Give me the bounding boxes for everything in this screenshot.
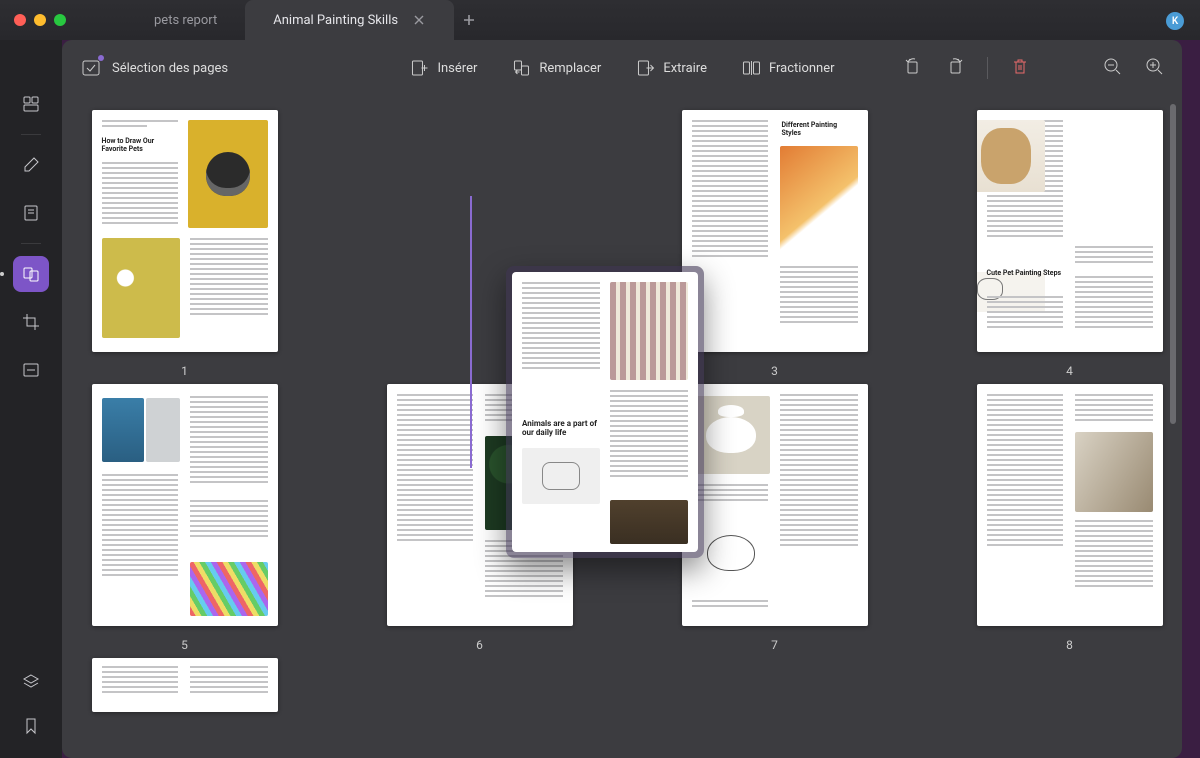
- tab-pets-report[interactable]: pets report: [126, 0, 245, 40]
- window-close-button[interactable]: [14, 14, 26, 26]
- sidebar-edit[interactable]: [13, 147, 49, 183]
- page-heading: Animals are a part of our daily life: [522, 420, 606, 438]
- tab-label: pets report: [154, 13, 217, 28]
- scrollbar-thumb[interactable]: [1170, 104, 1176, 424]
- page-number: 6: [476, 638, 483, 652]
- page-toolbar: Sélection des pages Insérer Remplacer Ex…: [62, 40, 1182, 96]
- page-number: 7: [771, 638, 778, 652]
- sidebar-divider: [21, 134, 41, 135]
- rotate-left-button[interactable]: [903, 56, 923, 80]
- thumb-image-door: [102, 398, 144, 462]
- thumb-image-fox: [780, 146, 858, 254]
- replace-label: Remplacer: [539, 61, 601, 76]
- page-heading: How to Draw Our Favorite Pets: [102, 138, 172, 153]
- page-thumbnail[interactable]: How to Draw Our Favorite Pets: [92, 110, 278, 352]
- sidebar-layers[interactable]: [13, 664, 49, 700]
- selection-badge: [98, 55, 104, 61]
- page-number: 8: [1066, 638, 1073, 652]
- page-thumbnail[interactable]: Different Painting Styles: [682, 110, 868, 352]
- avatar-initial: K: [1172, 16, 1178, 27]
- pages-grid-area: How to Draw Our Favorite Pets 1: [62, 96, 1182, 758]
- split-button[interactable]: Fractionner: [741, 58, 835, 78]
- zoom-in-button[interactable]: [1144, 56, 1164, 80]
- page-cell-1[interactable]: How to Draw Our Favorite Pets 1: [88, 110, 281, 378]
- page-heading: Cute Pet Painting Steps: [987, 270, 1065, 278]
- sidebar-thumbnails[interactable]: [13, 86, 49, 122]
- window-titlebar: pets report Animal Painting Skills K: [0, 0, 1200, 40]
- thumb-image-pug: [188, 120, 268, 228]
- page-cell-3[interactable]: Different Painting Styles 3: [678, 110, 871, 378]
- insert-button[interactable]: Insérer: [409, 58, 477, 78]
- window-zoom-button[interactable]: [54, 14, 66, 26]
- dragging-page-ghost[interactable]: Animals are a part of our daily life: [506, 266, 704, 558]
- page-cell-5[interactable]: 5: [88, 384, 281, 652]
- extract-button[interactable]: Extraire: [635, 58, 707, 78]
- page-thumbnail[interactable]: [682, 384, 868, 626]
- page-number: 1: [181, 364, 188, 378]
- delete-button[interactable]: [1010, 56, 1030, 80]
- page-selection-button[interactable]: Sélection des pages: [80, 57, 228, 79]
- thumb-image-pencils: [190, 562, 268, 616]
- page-cell-8[interactable]: 8: [973, 384, 1166, 652]
- close-tab-button[interactable]: [412, 13, 426, 27]
- sidebar-annotate[interactable]: [13, 195, 49, 231]
- thumb-image-horse: [1075, 432, 1153, 512]
- selection-label: Sélection des pages: [112, 61, 228, 76]
- user-avatar[interactable]: K: [1166, 12, 1184, 30]
- sidebar-page-organize[interactable]: [13, 256, 49, 292]
- tab-label: Animal Painting Skills: [273, 13, 398, 28]
- zoom-out-button[interactable]: [1102, 56, 1122, 80]
- sidebar-redact[interactable]: [13, 352, 49, 388]
- page-thumbnail[interactable]: [977, 384, 1163, 626]
- sidebar-crop[interactable]: [13, 304, 49, 340]
- page-thumbnail[interactable]: [92, 384, 278, 626]
- window-controls: [14, 14, 66, 26]
- left-sidebar: [0, 40, 62, 758]
- replace-button[interactable]: Remplacer: [511, 58, 601, 78]
- page-number: 4: [1066, 364, 1073, 378]
- thumb-image-puppy-sketch: [522, 448, 600, 504]
- extract-label: Extraire: [663, 61, 707, 76]
- insert-label: Insérer: [437, 61, 477, 76]
- page-thumbnail[interactable]: [92, 658, 278, 712]
- thumb-image-workshop: [610, 500, 688, 544]
- thumb-image-person: [146, 398, 180, 462]
- thumb-image-daisies: [102, 238, 180, 338]
- page-number: 3: [771, 364, 778, 378]
- split-label: Fractionner: [769, 61, 835, 76]
- drag-insert-indicator: [470, 196, 472, 468]
- new-tab-button[interactable]: [454, 0, 484, 40]
- sidebar-bookmark[interactable]: [13, 708, 49, 744]
- page-thumbnail[interactable]: Cute Pet Painting Steps: [977, 110, 1163, 352]
- thumb-image-brushes: [610, 282, 688, 380]
- document-tabs: pets report Animal Painting Skills: [126, 0, 484, 40]
- page-number: 5: [181, 638, 188, 652]
- page-cell-4[interactable]: Cute Pet Painting Steps 4: [973, 110, 1166, 378]
- rotate-right-button[interactable]: [945, 56, 965, 80]
- thumb-image-corgi: [977, 120, 1045, 192]
- page-cell-7[interactable]: 7: [678, 384, 871, 652]
- page-cell-9[interactable]: [88, 658, 281, 712]
- tab-animal-painting-skills[interactable]: Animal Painting Skills: [245, 0, 454, 40]
- sidebar-divider: [21, 243, 41, 244]
- toolbar-divider: [987, 57, 988, 79]
- page-heading: Different Painting Styles: [782, 122, 858, 137]
- window-minimize-button[interactable]: [34, 14, 46, 26]
